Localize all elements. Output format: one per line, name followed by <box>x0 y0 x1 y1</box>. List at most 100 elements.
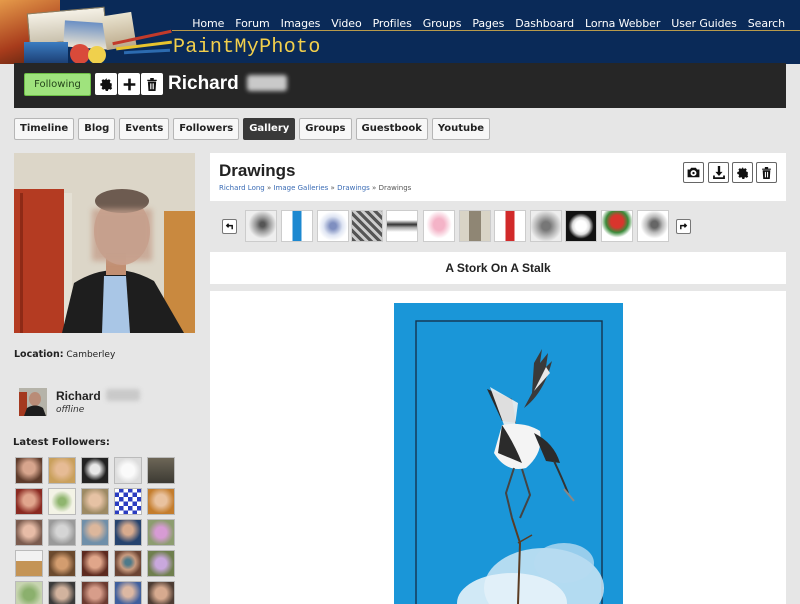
breadcrumb-link-user[interactable]: Richard Long <box>219 184 265 192</box>
nav-profiles[interactable]: Profiles <box>373 17 412 30</box>
follower-avatar[interactable] <box>147 519 175 546</box>
gallery-thumbnail[interactable] <box>423 210 455 242</box>
follower-avatar[interactable] <box>147 581 175 604</box>
gallery-thumbnail[interactable] <box>530 210 562 242</box>
tab-events[interactable]: Events <box>119 118 170 140</box>
follower-avatar[interactable] <box>147 550 175 577</box>
online-status: offline <box>56 405 85 415</box>
delete-button[interactable] <box>141 73 163 95</box>
gallery-thumbnail[interactable] <box>351 210 383 242</box>
gallery-title: Drawings <box>219 161 296 180</box>
avatar-image <box>19 388 47 416</box>
follower-avatar[interactable] <box>48 581 76 604</box>
tab-followers[interactable]: Followers <box>173 118 240 140</box>
follower-avatar[interactable] <box>114 581 142 604</box>
follower-avatar[interactable] <box>48 550 76 577</box>
follower-avatar[interactable] <box>114 488 142 515</box>
location-label: Location: <box>14 349 64 360</box>
follower-avatar[interactable] <box>48 488 76 515</box>
profile-name: Richard <box>168 73 288 95</box>
next-thumbnails-button[interactable] <box>676 219 691 234</box>
follower-avatar[interactable] <box>81 581 109 604</box>
follower-avatar[interactable] <box>15 519 43 546</box>
settings-button[interactable] <box>95 73 117 95</box>
profile-photo[interactable] <box>14 153 195 333</box>
breadcrumb-link-drawings[interactable]: Drawings <box>337 184 370 192</box>
tab-gallery[interactable]: Gallery <box>243 118 296 140</box>
breadcrumb: Richard Long » Image Galleries » Drawing… <box>219 184 412 192</box>
site-logo[interactable]: PaintMyPhoto <box>173 36 321 59</box>
gallery-thumbnail[interactable] <box>281 210 313 242</box>
nav-groups[interactable]: Groups <box>423 17 462 30</box>
gallery-thumbnail[interactable] <box>245 210 277 242</box>
breadcrumb-current: Drawings <box>378 184 412 192</box>
redacted-surname <box>247 75 288 91</box>
nav-home[interactable]: Home <box>192 17 224 30</box>
follower-avatar[interactable] <box>81 519 109 546</box>
add-photo-button[interactable] <box>683 162 704 183</box>
location-line: Location: Camberley <box>14 349 115 360</box>
profile-bar: Following Richard <box>14 63 786 108</box>
main-artwork-image[interactable] <box>394 303 623 604</box>
redacted-surname <box>106 389 141 401</box>
follower-avatar[interactable] <box>81 457 109 484</box>
nav-forum[interactable]: Forum <box>235 17 269 30</box>
owner-name[interactable]: Richard <box>56 389 141 403</box>
follower-avatar[interactable] <box>15 550 43 577</box>
profile-photo-image <box>14 153 195 333</box>
avatar[interactable] <box>19 388 47 416</box>
trash-icon <box>147 77 157 91</box>
breadcrumb-link-galleries[interactable]: Image Galleries <box>273 184 328 192</box>
follower-avatar[interactable] <box>147 488 175 515</box>
gear-icon <box>99 77 112 91</box>
gallery-thumbnail[interactable] <box>637 210 669 242</box>
follower-avatar[interactable] <box>81 488 109 515</box>
follower-avatar[interactable] <box>114 550 142 577</box>
download-button[interactable] <box>708 162 729 183</box>
profile-tabs: Timeline Blog Events Followers Gallery G… <box>14 118 491 140</box>
tab-timeline[interactable]: Timeline <box>14 118 75 140</box>
tab-guestbook[interactable]: Guestbook <box>355 118 428 140</box>
follower-avatar[interactable] <box>15 457 43 484</box>
trash-icon <box>762 166 771 179</box>
nav-user-account[interactable]: Lorna Webber <box>585 17 660 30</box>
follower-avatar[interactable] <box>48 519 76 546</box>
follower-avatar[interactable] <box>48 457 76 484</box>
nav-images[interactable]: Images <box>281 17 321 30</box>
nav-pages[interactable]: Pages <box>472 17 504 30</box>
gallery-thumbnail[interactable] <box>386 210 418 242</box>
follower-avatar[interactable] <box>81 550 109 577</box>
nav-video[interactable]: Video <box>331 17 361 30</box>
nav-dashboard[interactable]: Dashboard <box>515 17 574 30</box>
followers-grid <box>15 457 175 604</box>
image-title: A Stork On A Stalk <box>210 252 786 284</box>
tab-youtube[interactable]: Youtube <box>431 118 491 140</box>
image-viewer <box>210 291 786 604</box>
site-header: PaintMyPhoto Home Forum Images Video Pro… <box>0 0 800 64</box>
stork-painting <box>394 303 623 604</box>
following-button[interactable]: Following <box>24 73 91 96</box>
arrow-right-icon <box>680 223 688 230</box>
gallery-thumbnail[interactable] <box>317 210 349 242</box>
delete-gallery-button[interactable] <box>756 162 777 183</box>
follower-avatar[interactable] <box>114 519 142 546</box>
follower-avatar[interactable] <box>114 457 142 484</box>
gallery-thumbnail[interactable] <box>494 210 526 242</box>
follower-avatar[interactable] <box>15 581 43 604</box>
previous-thumbnails-button[interactable] <box>222 219 237 234</box>
gallery-thumbnail[interactable] <box>565 210 597 242</box>
nav-user-guides[interactable]: User Guides <box>671 17 737 30</box>
tab-blog[interactable]: Blog <box>78 118 116 140</box>
header-rule <box>172 30 800 31</box>
gallery-settings-button[interactable] <box>732 162 753 183</box>
nav-search[interactable]: Search <box>748 17 785 30</box>
follower-avatar[interactable] <box>15 488 43 515</box>
gallery-thumbnail[interactable] <box>459 210 491 242</box>
add-button[interactable] <box>118 73 140 95</box>
owner-first-name: Richard <box>56 389 101 403</box>
tab-groups[interactable]: Groups <box>299 118 352 140</box>
follower-avatar[interactable] <box>147 457 175 484</box>
camera-icon <box>687 167 700 178</box>
gallery-thumbnail[interactable] <box>601 210 633 242</box>
location-value: Camberley <box>66 350 116 360</box>
